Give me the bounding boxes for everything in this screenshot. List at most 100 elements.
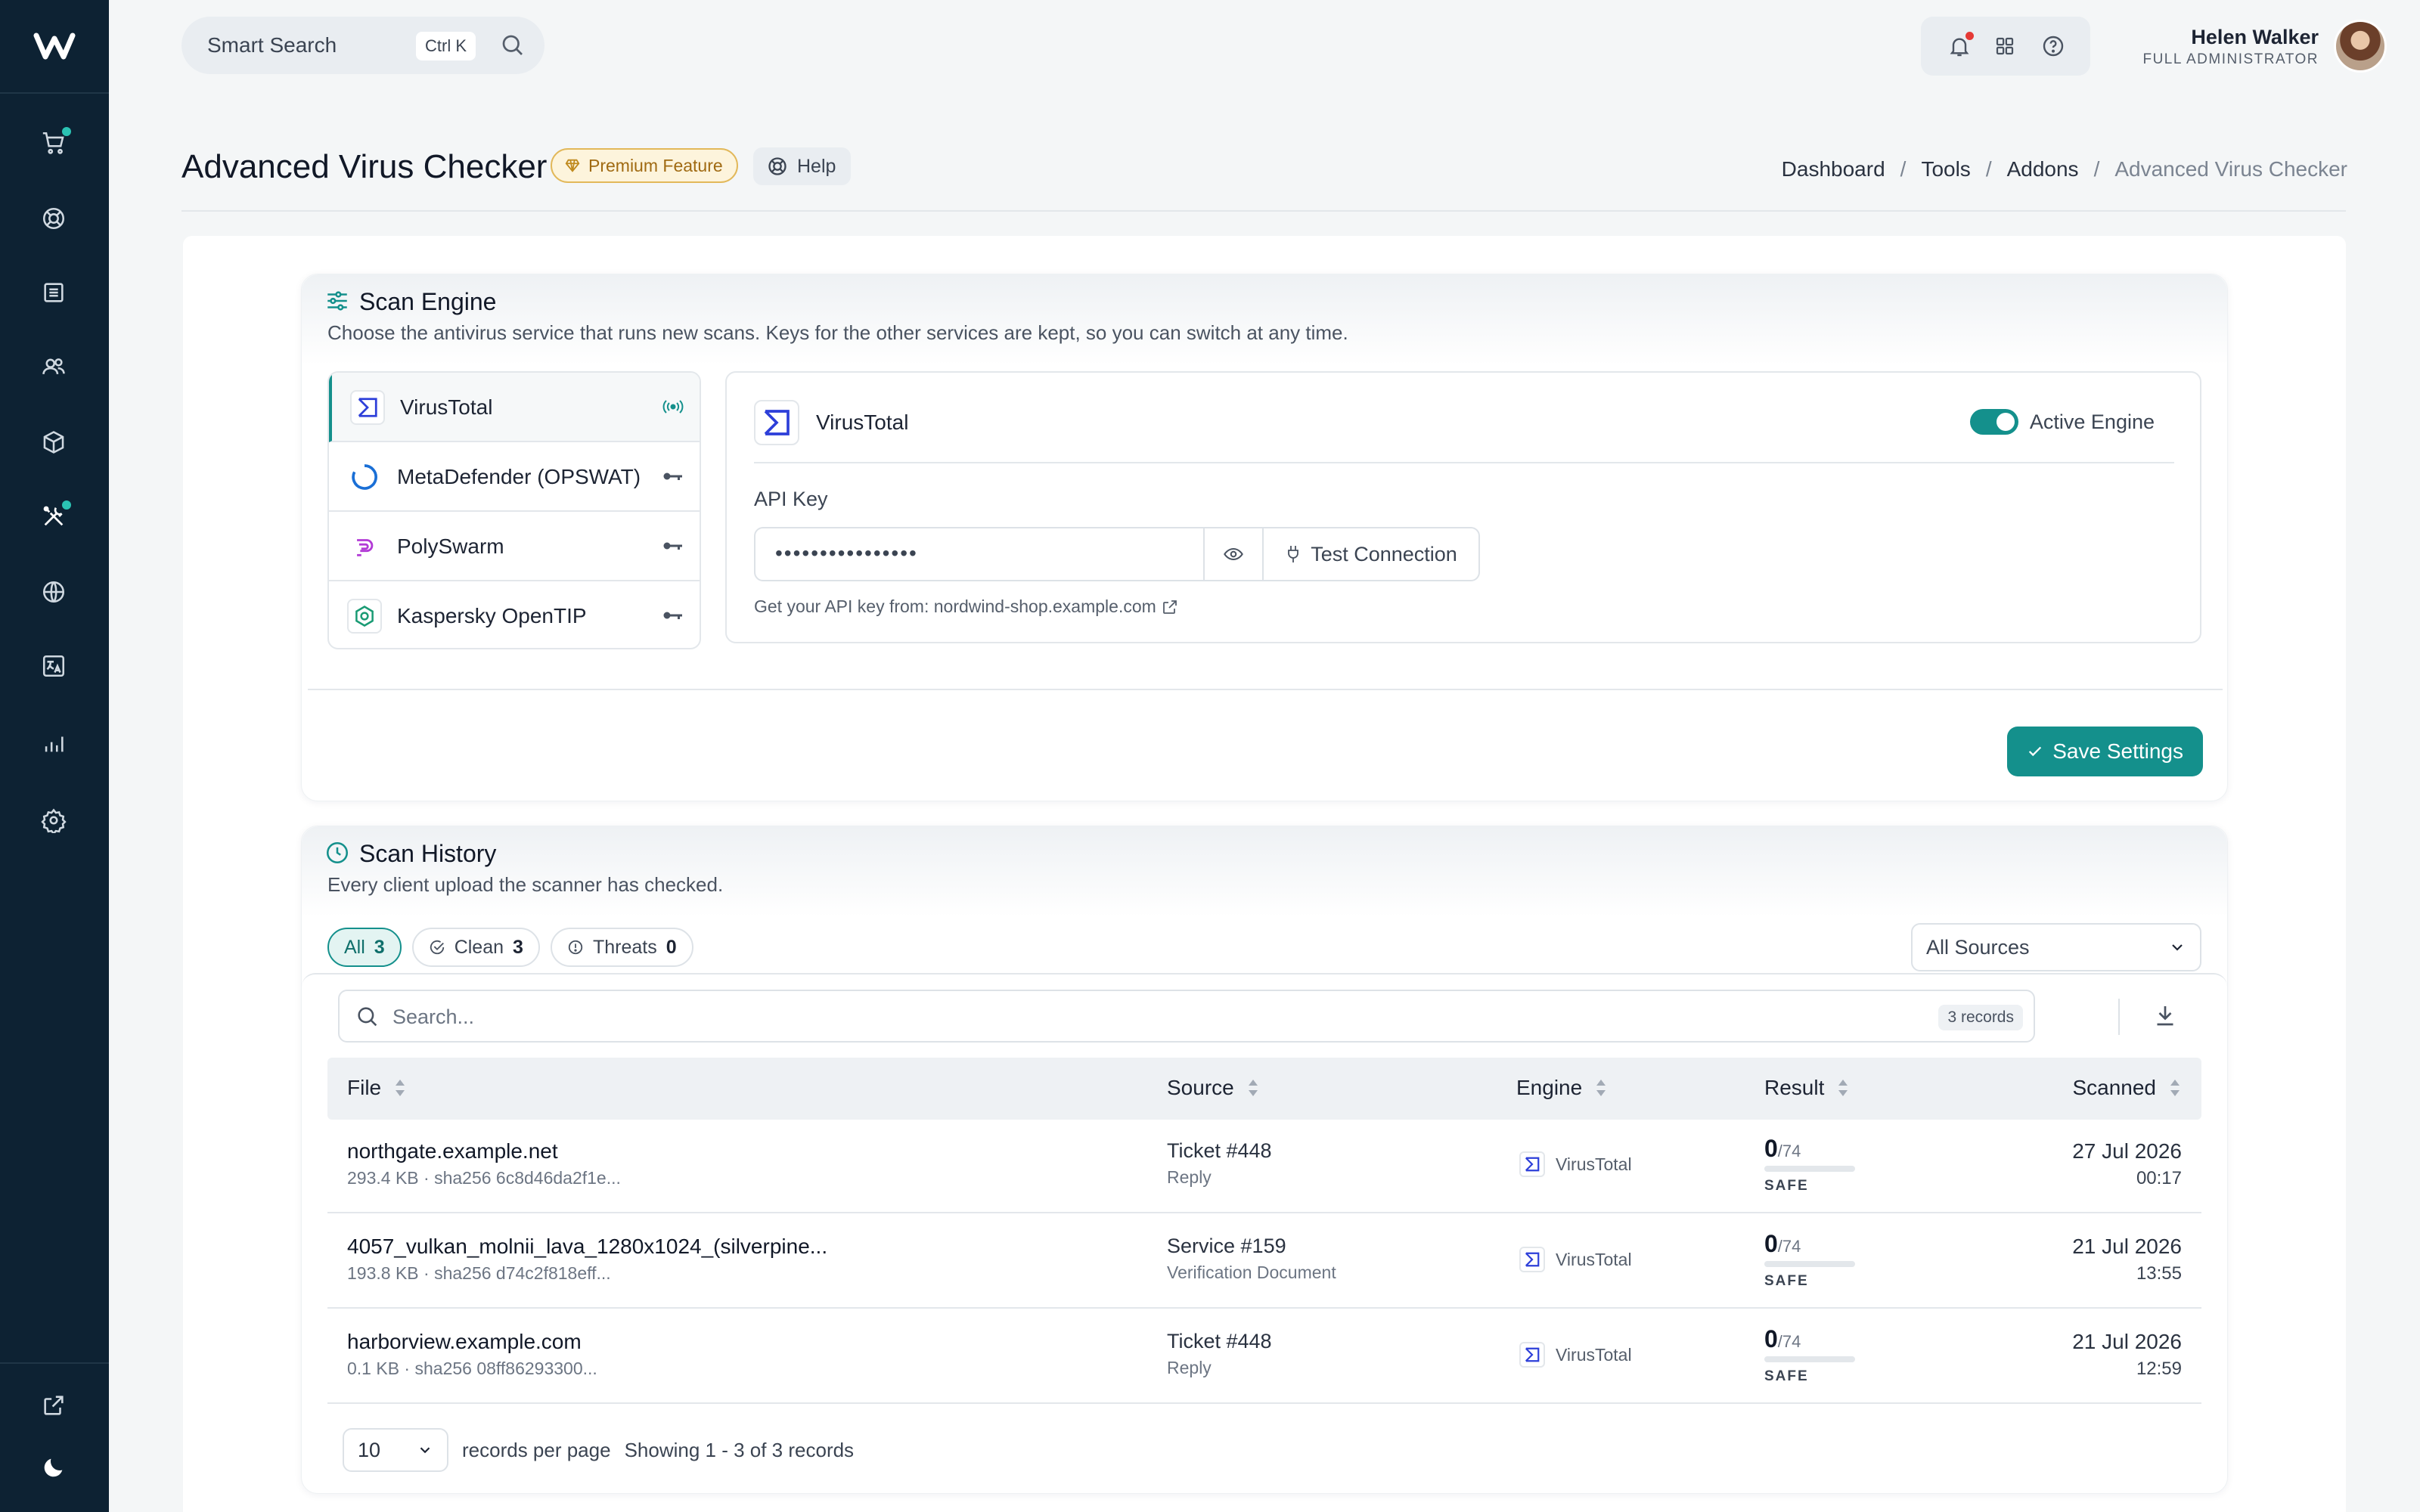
file-name[interactable]: 4057_vulkan_molnii_lava_1280x1024_(silve… xyxy=(347,1235,827,1259)
bell-icon[interactable] xyxy=(1945,32,1974,60)
column-label: Scanned xyxy=(2072,1076,2156,1099)
key-icon xyxy=(660,604,686,627)
test-connection-label: Test Connection xyxy=(1311,542,1457,565)
engine-item-metadefender[interactable]: MetaDefender (OPSWAT) xyxy=(329,442,700,512)
save-settings-button[interactable]: Save Settings xyxy=(2007,727,2203,776)
table-row[interactable]: 4057_vulkan_molnii_lava_1280x1024_(silve… xyxy=(327,1215,2201,1309)
engine-item-virustotal[interactable]: VirusTotal xyxy=(329,373,700,442)
tools-icon[interactable] xyxy=(32,494,76,538)
column-header-source[interactable]: Source xyxy=(1167,1076,1260,1100)
source-cell: Ticket #448 Reply xyxy=(1167,1330,1272,1378)
eye-icon[interactable] xyxy=(1205,528,1264,580)
chevron-down-icon xyxy=(2172,944,2183,951)
avatar[interactable] xyxy=(2334,20,2387,73)
document-icon[interactable] xyxy=(32,271,76,314)
active-engine-toggle[interactable] xyxy=(1970,409,2018,435)
detections: 0 xyxy=(1764,1135,1778,1162)
table-search-input[interactable]: Search... 3 records xyxy=(338,990,2035,1043)
lifebuoy-icon[interactable] xyxy=(32,197,76,240)
chart-icon[interactable] xyxy=(32,721,76,765)
table-row[interactable]: northgate.example.net 293.4 KB · sha256 … xyxy=(327,1120,2201,1213)
engine-item-polyswarm[interactable]: PolySwarm xyxy=(329,512,700,581)
source-name[interactable]: Ticket #448 xyxy=(1167,1139,1272,1163)
api-key-hint-text: Get your API key from: nordwind-shop.exa… xyxy=(754,596,1156,616)
globe-icon[interactable] xyxy=(32,570,76,614)
column-header-scanned[interactable]: Scanned xyxy=(2072,1076,2182,1100)
external-link-icon xyxy=(1162,600,1177,614)
engine-cell: VirusTotal xyxy=(1519,1151,1632,1177)
virustotal-logo-icon xyxy=(1519,1151,1545,1177)
column-header-engine[interactable]: Engine xyxy=(1516,1076,1608,1100)
user-name[interactable]: Helen Walker xyxy=(2191,26,2319,49)
source-name[interactable]: Ticket #448 xyxy=(1167,1330,1272,1353)
api-key-hint[interactable]: Get your API key from: nordwind-shop.exa… xyxy=(754,596,1179,617)
column-header-result[interactable]: Result xyxy=(1764,1076,1850,1100)
source-select[interactable]: All Sources xyxy=(1911,923,2201,971)
per-page-select[interactable]: 10 xyxy=(343,1428,448,1472)
breadcrumb: Dashboard / Tools / Addons / Advanced Vi… xyxy=(1782,157,2347,181)
help-button-label: Help xyxy=(797,155,836,177)
sort-icon xyxy=(2170,1080,2180,1096)
filter-count: 3 xyxy=(513,936,523,958)
search-icon[interactable] xyxy=(499,32,526,59)
detections: 0 xyxy=(1764,1325,1778,1352)
alert-circle-icon xyxy=(568,940,583,955)
translate-icon[interactable] xyxy=(32,644,76,688)
showing-label: Showing 1 - 3 of 3 records xyxy=(624,1438,855,1461)
external-link-icon[interactable] xyxy=(32,1383,76,1427)
moon-icon[interactable] xyxy=(32,1445,76,1489)
filter-threats[interactable]: Threats 0 xyxy=(550,928,693,967)
active-engine-label: Active Engine xyxy=(2029,411,2155,433)
per-page-value: 10 xyxy=(358,1438,381,1461)
scan-history-panel: Scan History Every client upload the sca… xyxy=(301,826,2228,1494)
kaspersky-logo-icon xyxy=(347,599,382,634)
lifebuoy-icon xyxy=(768,157,786,175)
table-row[interactable]: harborview.example.com 0.1 KB · sha256 0… xyxy=(327,1310,2201,1404)
source-name[interactable]: Service #159 xyxy=(1167,1235,1336,1258)
filter-all[interactable]: All 3 xyxy=(327,928,402,967)
virustotal-logo-icon xyxy=(1519,1247,1545,1272)
breadcrumb-item[interactable]: Addons xyxy=(2007,157,2079,181)
search-placeholder: Search... xyxy=(392,1005,475,1028)
column-label: Result xyxy=(1764,1076,1825,1099)
filter-count: 0 xyxy=(666,936,677,958)
scan-time: 13:55 xyxy=(2136,1263,2182,1284)
box-icon[interactable] xyxy=(32,420,76,464)
smart-search[interactable]: Smart Search Ctrl K xyxy=(182,17,544,74)
premium-badge-label: Premium Feature xyxy=(588,155,723,175)
breadcrumb-item[interactable]: Tools xyxy=(1921,157,1970,181)
file-cell: northgate.example.net 293.4 KB · sha256 … xyxy=(347,1139,621,1188)
engine-item-kaspersky[interactable]: Kaspersky OpenTIP xyxy=(329,581,700,648)
scan-time: 00:17 xyxy=(2136,1168,2182,1188)
file-meta: 0.1 KB · sha256 08ff86293300... xyxy=(347,1359,597,1378)
result-label: SAFE xyxy=(1764,1368,1809,1384)
clock-icon xyxy=(326,841,349,864)
breadcrumb-separator: / xyxy=(1900,157,1907,181)
cart-icon[interactable] xyxy=(32,121,76,165)
shortcut-badge: Ctrl K xyxy=(416,32,476,60)
column-header-file[interactable]: File xyxy=(347,1076,407,1100)
test-connection-button[interactable]: Test Connection xyxy=(1264,528,1478,580)
result-label: SAFE xyxy=(1764,1178,1809,1194)
users-icon[interactable] xyxy=(32,345,76,389)
file-name[interactable]: harborview.example.com xyxy=(347,1330,597,1354)
page-title: Advanced Virus Checker xyxy=(182,148,548,185)
help-button[interactable]: Help xyxy=(753,147,852,185)
download-icon[interactable] xyxy=(2152,1002,2179,1029)
key-icon xyxy=(660,534,686,557)
settings-icon[interactable] xyxy=(32,798,76,842)
engine-cell: VirusTotal xyxy=(1519,1247,1632,1272)
divider xyxy=(308,689,2223,690)
divider xyxy=(2118,999,2120,1035)
selected-engine-name: VirusTotal xyxy=(816,411,909,434)
app-logo[interactable] xyxy=(0,0,109,94)
breadcrumb-item[interactable]: Dashboard xyxy=(1782,157,1885,181)
help-circle-icon[interactable] xyxy=(2039,32,2068,60)
scan-date: 27 Jul 2026 xyxy=(2072,1139,2182,1163)
apps-grid-icon[interactable] xyxy=(1990,32,2019,60)
filter-clean[interactable]: Clean 3 xyxy=(411,928,540,967)
api-key-input[interactable]: •••••••••••••••• xyxy=(755,528,1205,580)
file-name[interactable]: northgate.example.net xyxy=(347,1139,621,1163)
result-cell: 0/74 SAFE xyxy=(1764,1325,1863,1385)
detection-bar xyxy=(1764,1166,1855,1172)
